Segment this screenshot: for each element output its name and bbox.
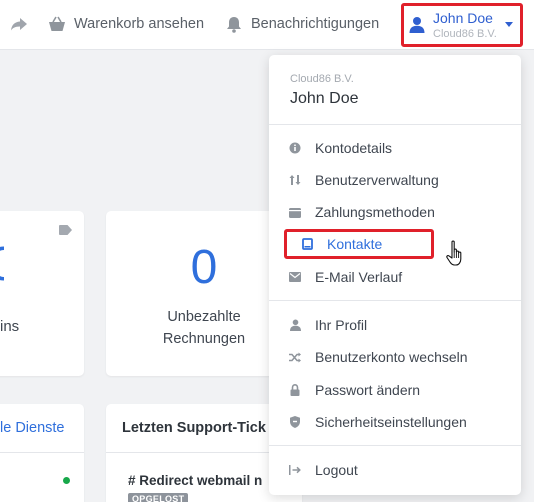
menu-item-user-management[interactable]: Benutzerverwaltung [289, 169, 439, 191]
lock-icon [290, 384, 300, 396]
menu-item-logout[interactable]: Logout [289, 459, 358, 481]
user-name: John Doe [433, 10, 493, 26]
notifications-label: Benachrichtigungen [251, 16, 380, 32]
ticket-title-link[interactable]: # Redirect webmail n [128, 473, 262, 488]
menu-item-label: Kontodetails [315, 140, 393, 156]
hand-pointer-cursor-icon [446, 240, 462, 266]
services-link[interactable]: le Dienste [0, 420, 64, 436]
menu-item-email-history[interactable]: E-Mail Verlauf [289, 266, 402, 288]
stat-card-number: 0 [0, 237, 4, 292]
status-dot [63, 477, 70, 484]
ticket-status-badge: OPGELOST [128, 493, 189, 502]
divider [269, 445, 521, 446]
basket-icon [49, 16, 65, 31]
wallet-icon [289, 207, 301, 218]
menu-item-label: Kontakte [327, 236, 383, 252]
menu-item-account-details[interactable]: Kontodetails [289, 137, 392, 159]
menu-item-contacts[interactable]: Kontakte [301, 233, 382, 255]
menu-item-payment-methods[interactable]: Zahlungsmethoden [289, 201, 435, 223]
menu-item-label: Zahlungsmethoden [315, 204, 435, 220]
share-button[interactable] [10, 0, 28, 48]
services-card [0, 404, 84, 502]
menu-item-security-settings[interactable]: Sicherheitseinstellungen [289, 411, 467, 433]
info-circle-icon [289, 142, 301, 154]
share-arrow-icon [11, 18, 27, 31]
divider [269, 124, 521, 125]
menu-item-label: Passwort ändern [315, 382, 421, 398]
dropdown-company: Cloud86 B.V. [290, 73, 354, 85]
dropdown-user-name: John Doe [290, 90, 359, 107]
user-menu-button[interactable]: John Doe Cloud86 B.V. [401, 3, 523, 47]
divider [269, 300, 521, 301]
cart-label: Warenkorb ansehen [74, 16, 205, 32]
top-navbar: Warenkorb ansehen Benachrichtigungen Joh… [0, 0, 534, 50]
user-company: Cloud86 B.V. [433, 28, 497, 40]
contact-card-icon [301, 238, 313, 250]
divider [0, 452, 84, 453]
shuffle-icon [289, 352, 301, 362]
user-icon [409, 17, 425, 33]
shield-icon [290, 416, 300, 428]
support-tickets-title: Letzten Support-Tick [122, 420, 266, 436]
menu-item-change-password[interactable]: Passwort ändern [289, 379, 420, 401]
notifications-link[interactable]: Benachrichtigungen [226, 0, 379, 48]
menu-item-label: Ihr Profil [315, 317, 368, 333]
stat-card [0, 211, 84, 376]
menu-item-label: Benutzerverwaltung [315, 172, 439, 188]
menu-item-label: Sicherheitseinstellungen [315, 414, 467, 430]
tag-icon [59, 225, 72, 235]
chevron-down-icon [505, 22, 513, 27]
sort-arrows-icon [289, 175, 301, 185]
menu-item-label: Benutzerkonto wechseln [315, 349, 468, 365]
envelope-icon [289, 272, 301, 282]
menu-item-label: E-Mail Verlauf [315, 269, 403, 285]
menu-item-switch-account[interactable]: Benutzerkonto wechseln [289, 346, 468, 368]
user-dropdown-menu: Cloud86 B.V. John Doe Kontodetails Benut… [269, 55, 521, 495]
bell-icon [227, 16, 241, 33]
menu-item-label: Logout [315, 462, 358, 478]
menu-item-profile[interactable]: Ihr Profil [289, 314, 367, 336]
user-icon [289, 319, 301, 331]
logout-icon [289, 465, 301, 475]
view-cart-link[interactable]: Warenkorb ansehen [48, 0, 204, 48]
stat-card-label: ins [0, 318, 20, 335]
